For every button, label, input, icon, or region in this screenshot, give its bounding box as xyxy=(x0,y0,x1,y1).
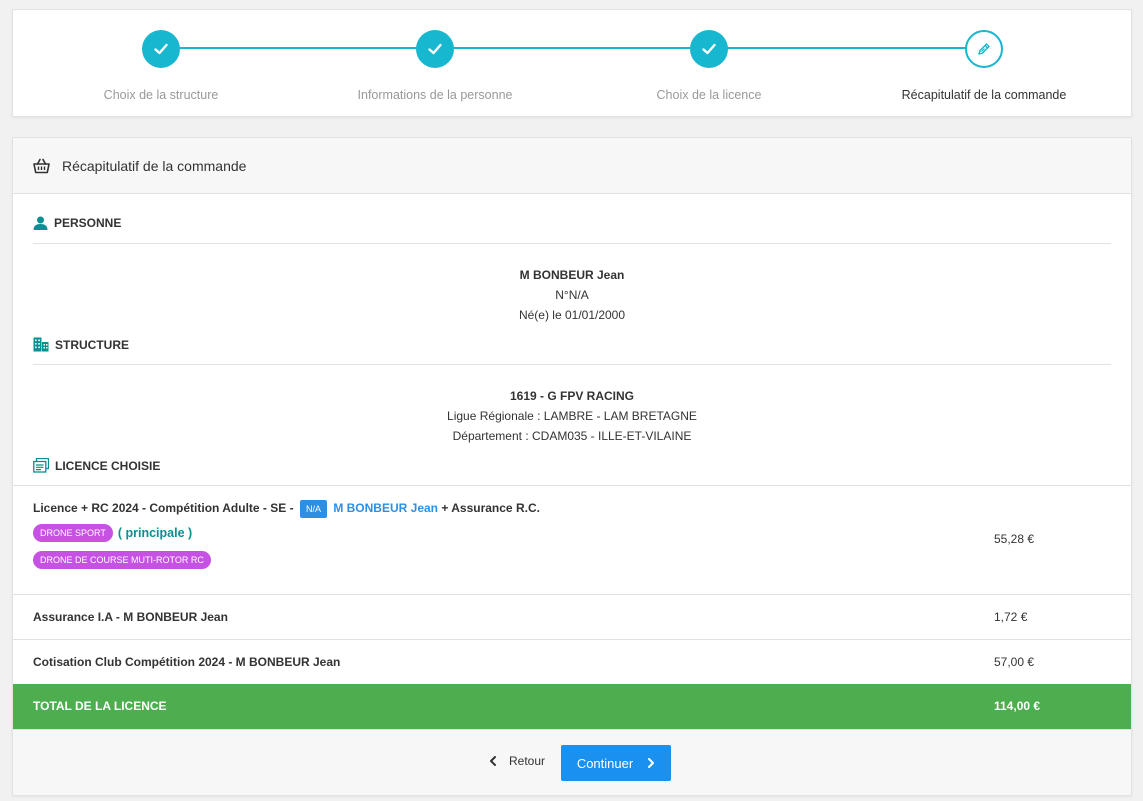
license-section-title: LICENCE CHOISIE xyxy=(33,458,160,473)
back-button-label: Retour xyxy=(509,754,546,768)
structure-department: Département : CDAM035 - ILLE-ET-VILAINE xyxy=(452,429,692,443)
structure-league: Ligue Régionale : LAMBRE - LAM BRETAGNE xyxy=(447,409,697,423)
pencil-icon xyxy=(978,43,990,55)
check-icon xyxy=(154,43,168,55)
step-done-circle xyxy=(142,30,180,68)
divider xyxy=(33,243,1111,244)
chevron-right-icon xyxy=(648,758,655,768)
continue-button-label: Continuer xyxy=(576,755,634,771)
chevron-left-icon xyxy=(489,756,497,766)
order-stepper: Choix de la structure Informations de la… xyxy=(12,9,1132,117)
license-tags-line-2: DRONE DE COURSE MUTI-ROTOR RC xyxy=(33,551,211,569)
line-item-label: Assurance I.A - M BONBEUR Jean xyxy=(33,610,228,624)
step-done-circle xyxy=(690,30,728,68)
structure-name: 1619 - G FPV RACING xyxy=(509,389,635,403)
license-section-label: LICENCE CHOISIE xyxy=(55,458,161,473)
step-label: Récapitulatif de la commande xyxy=(901,88,1067,102)
divider xyxy=(33,364,1111,365)
license-cards-icon xyxy=(33,458,49,473)
license-insurance-suffix: + Assurance R.C. xyxy=(441,501,540,516)
license-main-row: Licence + RC 2024 - Compétition Adulte -… xyxy=(13,485,1131,594)
step-structure[interactable]: Choix de la structure xyxy=(51,30,271,102)
line-item-price: 57,00 € xyxy=(994,655,1035,669)
line-item-label: Cotisation Club Compétition 2024 - M BON… xyxy=(33,655,341,669)
step-label: Choix de la structure xyxy=(103,88,219,102)
discipline-tag: DRONE DE COURSE MUTI-ROTOR RC xyxy=(33,551,211,569)
basket-icon xyxy=(33,158,50,173)
step-current-circle xyxy=(965,30,1003,68)
person-number: N°N/A xyxy=(555,288,589,302)
line-item-price: 1,72 € xyxy=(994,610,1028,624)
order-summary-card: Récapitulatif de la commande PERSONNE M … xyxy=(12,137,1132,796)
total-row: TOTAL DE LA LICENCE 114,00 € xyxy=(13,684,1131,729)
line-item-row: Cotisation Club Compétition 2024 - M BON… xyxy=(13,639,1131,684)
summary-header: Récapitulatif de la commande xyxy=(13,138,1131,194)
check-icon xyxy=(428,43,442,55)
continue-button[interactable]: Continuer xyxy=(561,745,671,781)
user-icon xyxy=(33,216,48,230)
na-badge: N/A xyxy=(299,500,327,518)
total-price: 114,00 € xyxy=(994,699,1041,713)
total-label: TOTAL DE LA LICENCE xyxy=(33,699,167,713)
person-section-label: PERSONNE xyxy=(54,216,122,230)
step-license[interactable]: Choix de la licence xyxy=(599,30,819,102)
license-title: Licence + RC 2024 - Compétition Adulte -… xyxy=(33,501,294,516)
back-button[interactable]: Retour xyxy=(489,754,545,768)
discipline-tag: DRONE SPORT xyxy=(33,524,113,542)
principal-label: ( principale ) xyxy=(117,526,193,540)
person-section-title: PERSONNE xyxy=(33,216,121,230)
step-label: Choix de la licence xyxy=(656,88,762,102)
summary-footer: Retour Continuer xyxy=(13,729,1131,795)
structure-section-label: STRUCTURE xyxy=(55,337,129,352)
license-person-link[interactable]: M BONBEUR Jean xyxy=(333,501,438,515)
step-person[interactable]: Informations de la personne xyxy=(325,30,545,102)
license-main-label: Licence + RC 2024 - Compétition Adulte -… xyxy=(33,500,540,518)
person-birth: Né(e) le 01/01/2000 xyxy=(518,308,626,322)
structure-section-title: STRUCTURE xyxy=(33,337,129,352)
check-icon xyxy=(702,43,716,55)
step-label: Informations de la personne xyxy=(357,88,513,102)
license-main-price: 55,28 € xyxy=(994,532,1035,546)
structure-details: 1619 - G FPV RACING Ligue Régionale : LA… xyxy=(13,386,1131,446)
building-icon xyxy=(33,337,49,352)
step-done-circle xyxy=(416,30,454,68)
stepper-progress-line xyxy=(161,47,983,49)
person-details: M BONBEUR Jean N°N/A Né(e) le 01/01/2000 xyxy=(13,265,1131,325)
license-tags-line-1: DRONE SPORT ( principale ) xyxy=(33,524,192,542)
summary-title: Récapitulatif de la commande xyxy=(62,157,247,174)
line-item-row: Assurance I.A - M BONBEUR Jean 1,72 € xyxy=(13,594,1131,639)
step-summary: Récapitulatif de la commande xyxy=(874,30,1094,102)
person-name: M BONBEUR Jean xyxy=(519,268,625,282)
